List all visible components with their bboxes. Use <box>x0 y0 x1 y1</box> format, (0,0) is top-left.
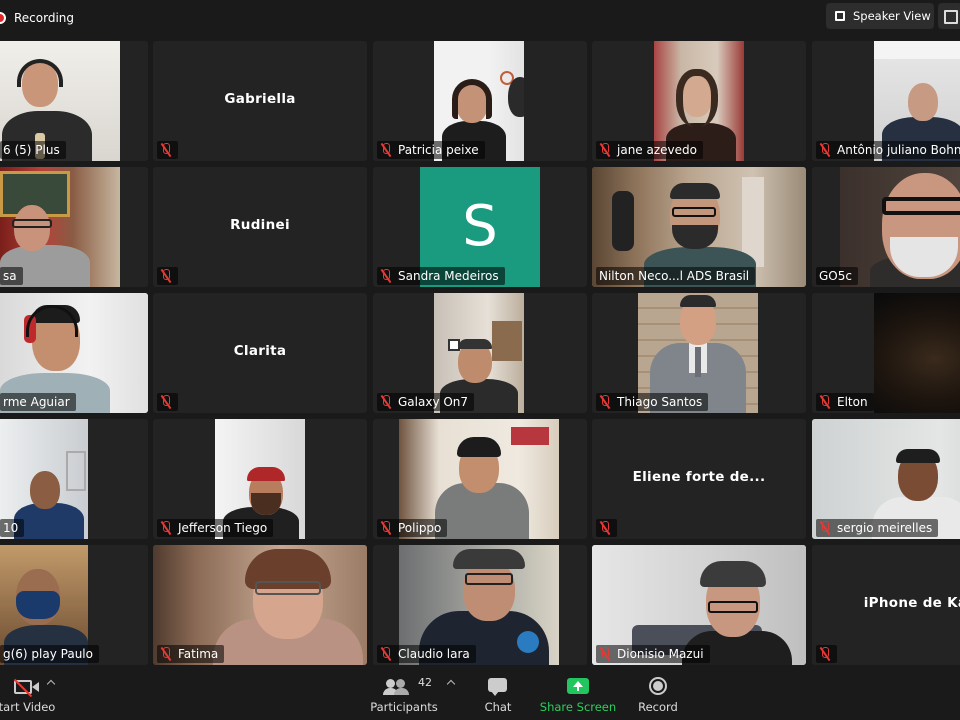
participant-tile[interactable]: Eliene forte de... <box>592 419 806 539</box>
chat-icon <box>477 676 519 696</box>
mic-muted-icon <box>819 521 831 535</box>
participant-tile[interactable]: GO5c <box>812 167 960 287</box>
speaker-view-label: Speaker View <box>853 9 931 23</box>
mic-muted-icon <box>380 647 392 661</box>
participant-name: g(6) play Paulo <box>0 645 99 663</box>
participant-label: Claudio lara <box>377 645 476 663</box>
participant-tile[interactable]: Clarita <box>153 293 367 413</box>
participants-icon: 42 <box>366 676 442 696</box>
participant-label: Fatima <box>157 645 225 663</box>
participant-name: Rudinei <box>230 217 290 233</box>
view-icon <box>835 11 845 21</box>
participant-label: Antônio juliano Bohn <box>816 141 960 159</box>
participant-tile[interactable]: jane azevedo <box>592 41 806 161</box>
participant-tile[interactable]: Thiago Santos <box>592 293 806 413</box>
mic-muted-icon <box>380 521 392 535</box>
participant-name: Clarita <box>233 343 287 359</box>
participant-tile[interactable]: Polippo <box>373 419 587 539</box>
mic-muted-icon <box>599 521 611 535</box>
participant-tile[interactable]: 10 <box>0 419 148 539</box>
participant-tile[interactable]: Jefferson Tiego <box>153 419 367 539</box>
participant-name: Gabriella <box>224 91 296 107</box>
record-button[interactable]: Record <box>634 676 682 714</box>
participant-label: sergio meirelles <box>816 519 939 537</box>
muted-indicator <box>157 267 178 285</box>
participant-tile[interactable]: Gabriella <box>153 41 367 161</box>
participant-label: Patricia peixe <box>377 141 485 159</box>
share-screen-label: Share Screen <box>539 700 617 714</box>
muted-indicator <box>157 141 178 159</box>
share-screen-icon <box>538 676 618 696</box>
participant-name: Nilton Neco...l ADS Brasil <box>596 267 756 285</box>
recording-indicator[interactable]: Recording <box>0 8 74 28</box>
participants-count: 42 <box>418 676 432 689</box>
mic-muted-icon <box>160 143 172 157</box>
participant-tile[interactable]: sa <box>0 167 148 287</box>
mic-muted-icon <box>819 395 831 409</box>
participant-name: iPhone de Kar <box>863 595 960 611</box>
chat-label: Chat <box>484 700 512 714</box>
participant-tile[interactable]: Dionisio Mazui <box>592 545 806 665</box>
participants-button[interactable]: 42 Participants <box>366 676 442 714</box>
meeting-toolbar: tart Video 42 Participants Chat Share Sc… <box>0 670 960 720</box>
mic-muted-icon <box>160 521 172 535</box>
participant-name: 6 (5) Plus <box>0 141 66 159</box>
recording-dot-icon <box>0 12 6 24</box>
participant-tile[interactable]: Antônio juliano Bohn <box>812 41 960 161</box>
mic-muted-icon <box>380 269 392 283</box>
participant-name: GO5c <box>816 267 858 285</box>
mic-muted-icon <box>599 647 611 661</box>
participant-tile[interactable]: sergio meirelles <box>812 419 960 539</box>
participant-label: Elton <box>816 393 874 411</box>
participant-tile[interactable]: Nilton Neco...l ADS Brasil <box>592 167 806 287</box>
mic-muted-icon <box>160 395 172 409</box>
record-icon <box>634 676 682 696</box>
mic-muted-icon <box>160 269 172 283</box>
start-video-label: tart Video <box>0 700 56 714</box>
mic-muted-icon <box>380 395 392 409</box>
participant-name: Eliene forte de... <box>632 469 766 485</box>
participant-label: Jefferson Tiego <box>157 519 274 537</box>
participant-label: jane azevedo <box>596 141 703 159</box>
participant-label: Polippo <box>377 519 448 537</box>
participants-options-caret-icon[interactable] <box>446 679 456 689</box>
record-label: Record <box>638 700 678 714</box>
participant-video <box>874 293 960 413</box>
participants-label: Participants <box>370 700 438 714</box>
zoom-meeting-window: Recording Speaker View 6 (5) Plus Gabrie… <box>0 0 960 720</box>
participant-name: sa <box>0 267 23 285</box>
participant-name: 10 <box>0 519 25 537</box>
mic-muted-icon <box>819 647 831 661</box>
participant-tile[interactable]: S Sandra Medeiros <box>373 167 587 287</box>
participant-name: rme Aguiar <box>0 393 76 411</box>
muted-indicator <box>596 519 617 537</box>
participant-tile[interactable]: iPhone de Kar <box>812 545 960 665</box>
participant-tile[interactable]: Galaxy On7 <box>373 293 587 413</box>
participant-tile[interactable]: Fatima <box>153 545 367 665</box>
participant-tile[interactable]: Claudio lara <box>373 545 587 665</box>
muted-indicator <box>816 645 837 663</box>
mic-muted-icon <box>819 143 831 157</box>
mic-muted-icon <box>599 143 611 157</box>
participant-label: Sandra Medeiros <box>377 267 505 285</box>
share-screen-button[interactable]: Share Screen <box>538 676 618 714</box>
participant-label: Dionisio Mazui <box>596 645 710 663</box>
participant-label: Galaxy On7 <box>377 393 475 411</box>
chat-button[interactable]: Chat <box>477 676 519 714</box>
participant-tile[interactable]: Rudinei <box>153 167 367 287</box>
recording-label: Recording <box>14 11 75 25</box>
participant-tile[interactable]: rme Aguiar <box>0 293 148 413</box>
participant-tile[interactable]: g(6) play Paulo <box>0 545 148 665</box>
participant-tile[interactable]: 6 (5) Plus <box>0 41 148 161</box>
participant-video <box>840 167 960 287</box>
speaker-view-button[interactable]: Speaker View <box>826 3 934 29</box>
participant-tile[interactable]: Patricia peixe <box>373 41 587 161</box>
mic-muted-icon <box>160 647 172 661</box>
fullscreen-button[interactable] <box>938 3 960 29</box>
mic-muted-icon <box>599 395 611 409</box>
participant-label: Thiago Santos <box>596 393 709 411</box>
mic-muted-icon <box>380 143 392 157</box>
muted-indicator <box>157 393 178 411</box>
participant-tile[interactable]: Elton <box>812 293 960 413</box>
